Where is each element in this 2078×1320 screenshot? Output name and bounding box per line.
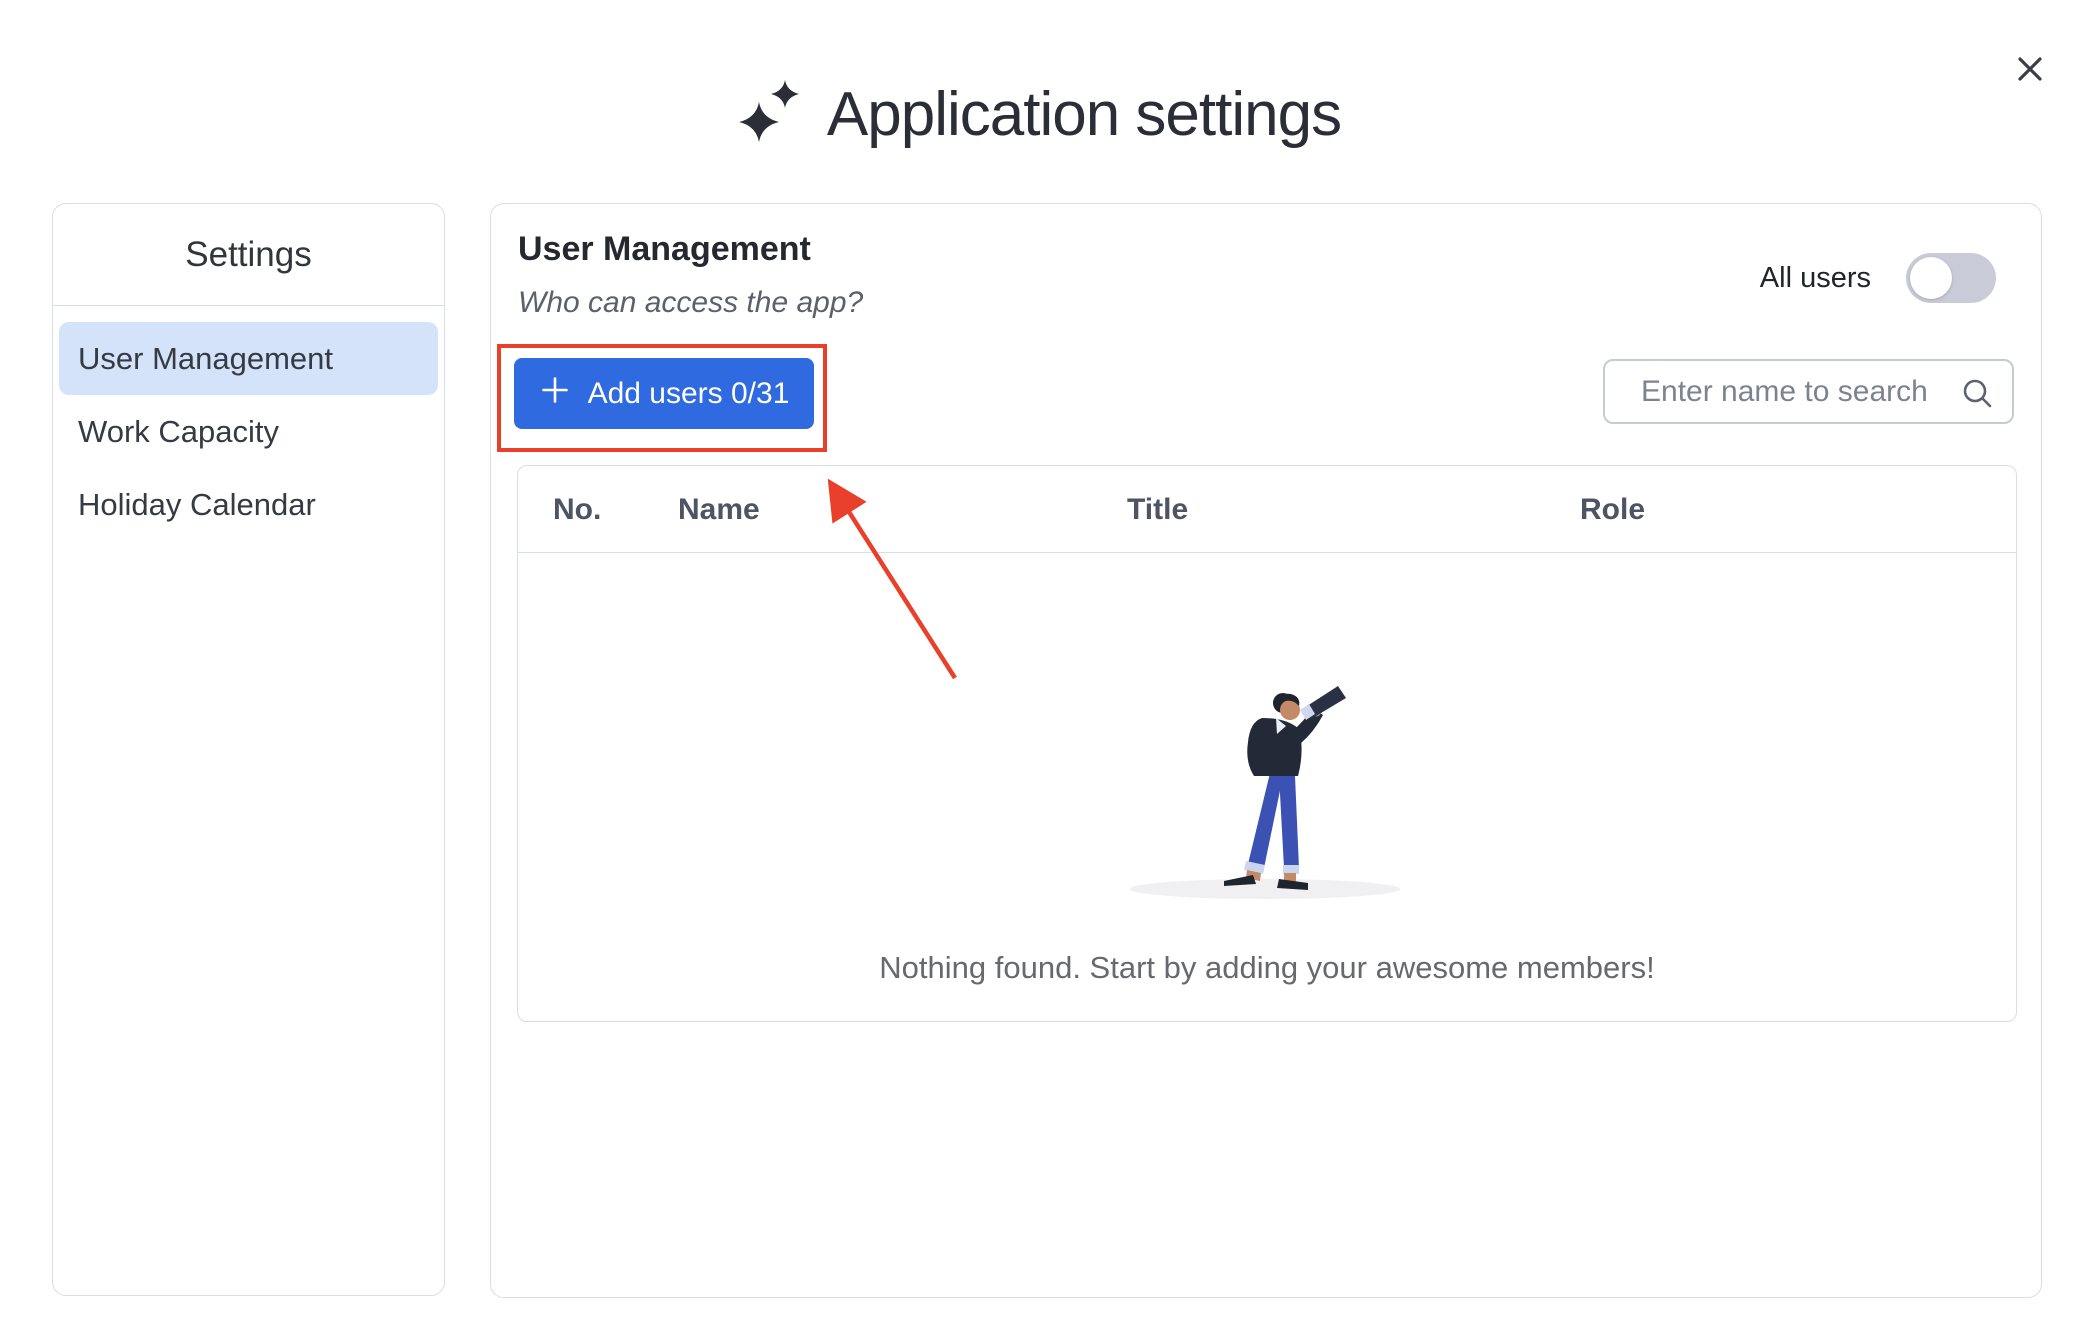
add-users-button-label: Add users 0/31 (587, 376, 790, 410)
settings-sidebar: Settings User Management Work Capacity H… (52, 203, 445, 1296)
search-icon (1960, 376, 1996, 417)
sidebar-item-work-capacity[interactable]: Work Capacity (59, 395, 438, 468)
application-settings-dialog: Application settings Settings User Manag… (0, 0, 2078, 1320)
sparkles-icon (737, 76, 803, 153)
dialog-header: Application settings (0, 76, 2078, 153)
column-header-no: No. (553, 493, 602, 526)
all-users-label: All users (1759, 261, 1871, 294)
sidebar-list: User Management Work Capacity Holiday Ca… (53, 306, 444, 557)
sidebar-title: Settings (53, 204, 444, 306)
user-management-panel: User Management Who can access the app? … (490, 203, 2042, 1298)
users-table: No. Name Title Role Nothing found. Start… (517, 465, 2017, 1022)
plus-icon (539, 374, 571, 414)
column-header-title: Title (1127, 493, 1189, 526)
sidebar-item-label: User Management (78, 340, 334, 376)
column-header-name: Name (678, 493, 760, 526)
person-with-spyglass-illustration (1112, 678, 1422, 905)
dialog-title: Application settings (826, 80, 1342, 149)
search-box (1603, 359, 2014, 424)
sidebar-item-label: Holiday Calendar (78, 486, 316, 522)
panel-heading: User Management (518, 230, 811, 268)
panel-subtitle: Who can access the app? (518, 286, 864, 319)
add-users-button[interactable]: Add users 0/31 (514, 358, 814, 429)
sidebar-item-holiday-calendar[interactable]: Holiday Calendar (59, 468, 438, 541)
toggle-knob (1910, 257, 1952, 299)
all-users-control: All users (1760, 253, 1996, 303)
column-header-role: Role (1580, 493, 1646, 526)
users-table-header: No. Name Title Role (518, 466, 2016, 553)
sidebar-item-user-management[interactable]: User Management (59, 322, 438, 395)
sidebar-item-label: Work Capacity (78, 413, 279, 449)
all-users-toggle[interactable] (1906, 253, 1996, 303)
search-input[interactable] (1605, 361, 2012, 422)
empty-state-message: Nothing found. Start by adding your awes… (879, 950, 1655, 985)
